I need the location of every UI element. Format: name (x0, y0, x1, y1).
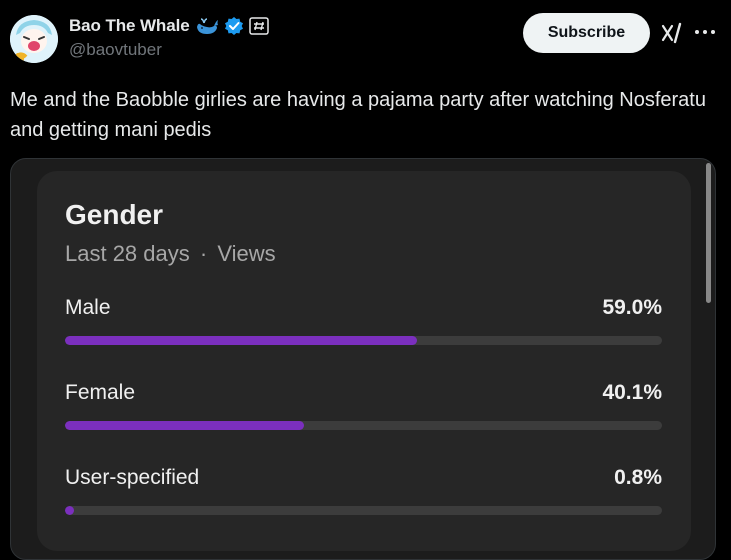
post: Bao The Whale @baovtuber Subscribe Me an… (0, 0, 731, 560)
card-subtitle: Last 28 days · Views (65, 241, 276, 267)
metric-row-female: Female 40.1% (65, 381, 662, 441)
metric-row-value: 0.8% (614, 466, 662, 489)
media-scrollbar[interactable] (706, 163, 711, 303)
post-text: Me and the Baobble girlies are having a … (10, 89, 706, 141)
author-handle[interactable]: @baovtuber (69, 40, 162, 60)
metric-row-value: 40.1% (602, 381, 662, 404)
progress-track (65, 336, 662, 345)
metric-label: Views (217, 241, 276, 266)
subtitle-separator: · (199, 241, 208, 266)
progress-fill (65, 336, 418, 345)
author-name-row: Bao The Whale (69, 14, 269, 38)
metric-row-user-specified: User-specified 0.8% (65, 466, 662, 526)
subscribe-button[interactable]: Subscribe (523, 13, 650, 53)
author-display-name[interactable]: Bao The Whale (69, 16, 190, 36)
metric-row-male: Male 59.0% (65, 296, 662, 356)
more-options-icon[interactable] (695, 20, 715, 44)
progress-fill (65, 506, 74, 515)
whale-emoji-icon (195, 16, 219, 36)
metric-row-label: Male (65, 296, 111, 319)
progress-fill (65, 421, 305, 430)
metric-row-value: 59.0% (602, 296, 662, 319)
metric-row-label: User-specified (65, 466, 200, 489)
analytics-card: Gender Last 28 days · Views Male 59.0% F… (37, 171, 691, 551)
progress-track (65, 506, 662, 515)
grok-icon[interactable] (661, 22, 683, 44)
period-label: Last 28 days (65, 241, 190, 266)
verified-badge-icon[interactable] (224, 16, 244, 36)
subscriber-label-icon[interactable] (248, 17, 269, 35)
avatar[interactable] (10, 15, 58, 63)
metric-row-label: Female (65, 381, 136, 404)
card-title: Gender (65, 199, 164, 230)
media-attachment[interactable]: Gender Last 28 days · Views Male 59.0% F… (10, 158, 716, 560)
progress-track (65, 421, 662, 430)
